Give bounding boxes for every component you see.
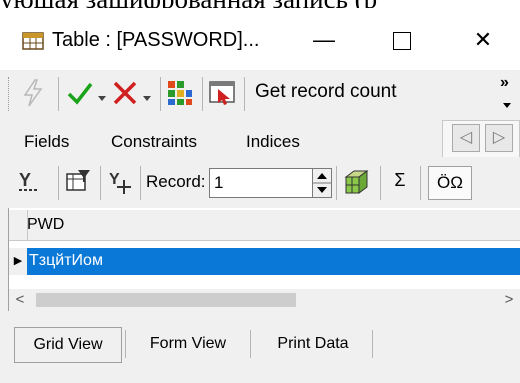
record-input-value: 1 [214,173,224,192]
form-icon[interactable] [208,79,238,107]
scroll-right-button[interactable]: > [499,290,519,310]
grid-header [9,210,520,241]
close-button[interactable]: ✕ [454,20,512,60]
tab-print-data-label: Print Data [277,335,349,352]
lightning-icon[interactable] [20,78,46,108]
record-input[interactable]: 1 [209,168,313,198]
toolbar-grip [8,77,13,111]
scroll-left-button[interactable]: < [10,290,30,310]
toolbar-overflow-button[interactable]: » [500,74,509,92]
get-record-count-button[interactable]: Get record count [255,81,397,103]
toolbar-separator [380,166,381,200]
row-indicator: ▶ [9,248,28,275]
toolbar-separator [202,77,203,111]
grid-icon[interactable] [166,79,194,107]
tab-constraints[interactable]: Constraints [111,132,197,152]
toolbar-separator [58,77,59,111]
grid-header-corner [9,210,28,240]
maximize-button[interactable] [373,20,431,60]
cross-icon[interactable] [112,80,138,106]
tab-separator [125,330,126,358]
toolbar-separator [420,166,421,200]
toolbar-separator [100,166,101,200]
svg-text:Y: Y [19,170,31,190]
minimize-button[interactable]: — [295,20,353,60]
toolbar-separator [244,77,245,111]
table-icon [22,32,44,50]
tab-separator [372,330,373,358]
background-document-text: ующая зашифрованная запись (р [0,0,520,8]
record-label: Record: [146,172,206,191]
toolbar-separator [58,166,59,200]
maximize-icon [393,32,411,51]
check-dropdown-icon[interactable] [97,90,107,101]
tab-grid-view[interactable]: Grid View [14,327,122,363]
cube-icon[interactable] [342,168,370,196]
window-title: Table : [PASSWORD]... [52,29,260,51]
record-spinner[interactable] [312,168,332,198]
add-filter-icon[interactable]: Y [106,168,134,196]
sum-button[interactable]: Σ [388,170,412,196]
filter-icon[interactable]: Y [16,168,44,196]
tab-indices[interactable]: Indices [246,132,300,152]
scrollbar-thumb[interactable] [36,293,296,307]
tab-fields[interactable]: Fields [24,132,69,152]
tab-grid-view-label: Grid View [33,336,103,353]
tab-form-view-label: Form View [149,335,227,352]
table-filter-icon[interactable] [64,168,92,196]
tab-scroll-prev-button[interactable]: ◁ [452,124,480,152]
tab-scroll-next-button[interactable]: ▷ [485,124,513,152]
toolbar-separator [160,77,161,111]
tab-print-data[interactable]: Print Data [258,327,368,361]
table-row[interactable]: ТзцйтИом [27,248,520,275]
cross-dropdown-icon[interactable] [142,90,152,101]
toolbar-overflow-arrow-icon [503,96,511,108]
charset-button[interactable]: ÖΩ [428,166,472,200]
column-header-pwd[interactable]: PWD [27,216,64,234]
svg-text:Y: Y [109,171,120,188]
toolbar-separator [140,166,141,200]
tab-form-view[interactable]: Form View [132,327,244,361]
tab-separator [250,330,251,358]
toolbar-separator [336,166,337,200]
cell-pwd[interactable]: ТзцйтИом [29,252,103,270]
check-icon[interactable] [66,78,94,108]
